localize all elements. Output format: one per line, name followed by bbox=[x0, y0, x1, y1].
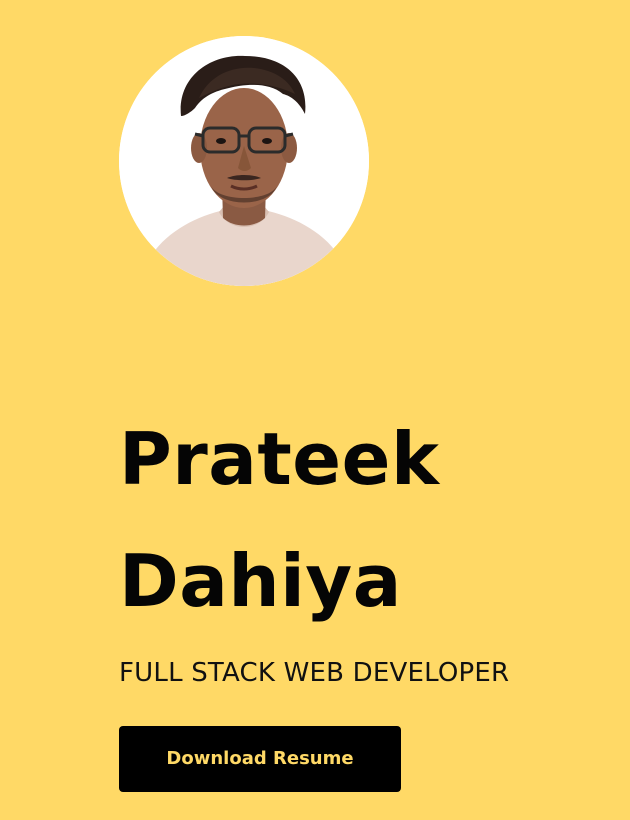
download-resume-button[interactable]: Download Resume bbox=[119, 726, 401, 792]
first-name: Prateek bbox=[119, 417, 440, 501]
last-name: Dahiya bbox=[119, 539, 402, 623]
hero-section: Prateek Dahiya FULL STACK WEB DEVELOPER … bbox=[0, 0, 630, 820]
profile-photo-image bbox=[119, 36, 369, 286]
profile-avatar bbox=[119, 36, 369, 286]
person-name: Prateek Dahiya bbox=[119, 398, 439, 642]
job-title: FULL STACK WEB DEVELOPER bbox=[119, 658, 510, 688]
